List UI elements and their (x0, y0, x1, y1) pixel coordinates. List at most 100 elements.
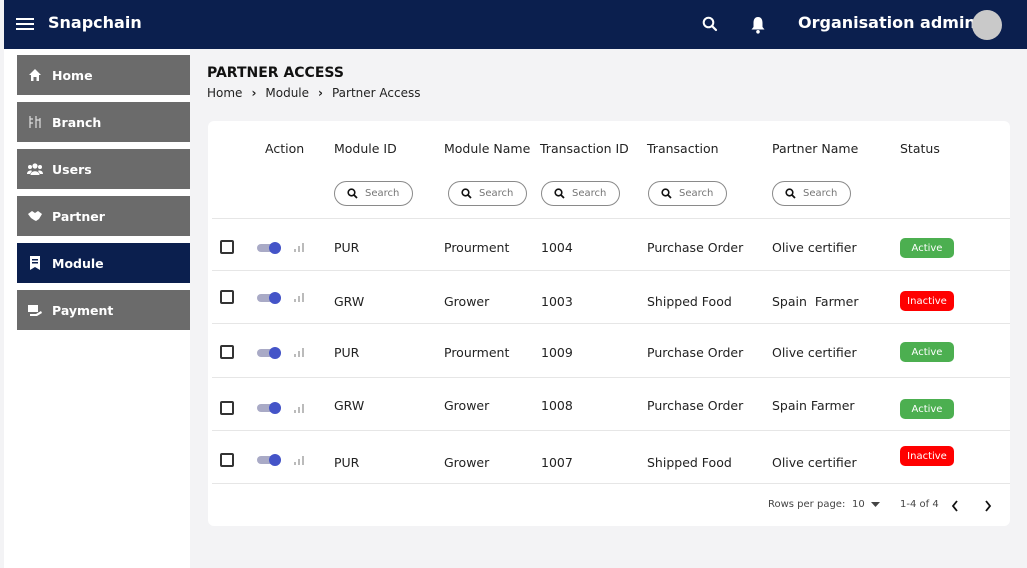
bar-chart-icon[interactable] (293, 241, 305, 253)
cell-module-id: PUR (334, 345, 360, 360)
sidebar-item-module[interactable]: Module (17, 243, 190, 283)
hamburger-menu-icon[interactable] (16, 15, 34, 35)
page-title: PARTNER ACCESS (207, 65, 344, 81)
sidebar-item-label: Home (52, 67, 93, 83)
bar-chart-icon[interactable] (293, 454, 305, 466)
previous-page-icon[interactable] (951, 500, 959, 512)
partner-name-search-input[interactable] (803, 188, 843, 199)
column-header-status[interactable]: Status (900, 141, 940, 156)
status-badge: Active (900, 238, 954, 258)
cell-transaction-id: 1008 (541, 398, 573, 413)
divider (212, 430, 1010, 431)
row-checkbox[interactable] (220, 345, 234, 359)
cell-module-name: Grower (444, 398, 490, 413)
cell-module-id: GRW (334, 294, 365, 309)
search-icon (461, 188, 472, 199)
column-header-transaction-id[interactable]: Transaction ID (540, 141, 629, 156)
sidebar-item-label: Branch (52, 114, 102, 130)
pagination-range: 1-4 of 4 (900, 499, 939, 510)
rows-per-page-select[interactable]: 10 (852, 499, 880, 510)
app-title: Snapchain (48, 13, 142, 32)
module-name-search[interactable] (448, 181, 527, 206)
chevron-down-icon (870, 501, 880, 507)
rows-per-page-value: 10 (852, 499, 865, 510)
transaction-search[interactable] (648, 181, 727, 206)
cell-partner-name: Olive certifier (772, 345, 857, 360)
row-toggle[interactable] (257, 347, 281, 359)
bar-chart-icon[interactable] (293, 291, 305, 303)
cell-partner-name: Olive certifier (772, 455, 857, 470)
status-badge: Active (900, 399, 954, 419)
column-header-action: Action (265, 141, 305, 156)
sidebar-item-label: Module (52, 255, 104, 271)
cell-transaction: Purchase Order (647, 398, 744, 413)
bar-chart-icon[interactable] (293, 346, 305, 358)
transaction-search-input[interactable] (679, 188, 719, 199)
bar-chart-icon[interactable] (293, 402, 305, 414)
search-icon (554, 188, 565, 199)
bell-icon[interactable] (749, 15, 767, 35)
cell-transaction: Shipped Food (647, 294, 732, 309)
divider (212, 218, 1010, 219)
status-badge: Active (900, 342, 954, 362)
cell-transaction: Shipped Food (647, 455, 732, 470)
column-header-partner-name[interactable]: Partner Name (772, 141, 858, 156)
divider (212, 377, 1010, 378)
breadcrumb-home[interactable]: Home (207, 86, 242, 100)
column-header-module-name[interactable]: Module Name (444, 141, 530, 156)
row-checkbox[interactable] (220, 453, 234, 467)
top-bar: Snapchain Organisation admin (4, 0, 1027, 49)
cell-transaction-id: 1003 (541, 294, 573, 309)
module-id-search[interactable] (334, 181, 413, 206)
column-header-module-id[interactable]: Module ID (334, 141, 397, 156)
sidebar-item-partner[interactable]: Partner (17, 196, 190, 236)
module-icon (27, 255, 43, 271)
rows-per-page-label: Rows per page: (768, 499, 846, 510)
chevron-right-icon: › (318, 86, 323, 100)
sidebar-item-payment[interactable]: Payment (17, 290, 190, 330)
row-checkbox[interactable] (220, 290, 234, 304)
row-checkbox[interactable] (220, 240, 234, 254)
handshake-icon (27, 208, 43, 224)
cell-transaction: Purchase Order (647, 345, 744, 360)
status-badge: Inactive (900, 291, 954, 311)
cell-module-name: Prourment (444, 345, 510, 360)
transaction-id-search[interactable] (541, 181, 620, 206)
cell-partner-name: Spain Farmer (772, 294, 859, 309)
module-id-search-input[interactable] (365, 188, 405, 199)
branch-icon (27, 114, 43, 130)
chevron-right-icon: › (251, 86, 257, 100)
search-icon (785, 188, 796, 199)
search-icon[interactable] (701, 15, 719, 33)
module-name-search-input[interactable] (479, 188, 519, 199)
row-toggle[interactable] (257, 242, 281, 254)
home-icon (27, 67, 43, 83)
next-page-icon[interactable] (984, 500, 992, 512)
sidebar: Home Branch Users Partner Module Payment (4, 49, 190, 568)
row-toggle[interactable] (257, 402, 281, 414)
cell-transaction: Purchase Order (647, 240, 744, 255)
payment-icon (27, 302, 43, 318)
partner-name-search[interactable] (772, 181, 851, 206)
cell-module-name: Grower (444, 455, 490, 470)
breadcrumb-current: Partner Access (331, 86, 421, 100)
user-role: Organisation admin (798, 13, 976, 32)
users-icon (27, 161, 43, 177)
row-checkbox[interactable] (220, 401, 234, 415)
column-header-transaction[interactable]: Transaction (647, 141, 719, 156)
sidebar-item-label: Payment (52, 302, 114, 318)
sidebar-item-users[interactable]: Users (17, 149, 190, 189)
row-toggle[interactable] (257, 292, 281, 304)
avatar[interactable] (972, 10, 1002, 40)
transaction-id-search-input[interactable] (572, 188, 612, 199)
sidebar-item-branch[interactable]: Branch (17, 102, 190, 142)
sidebar-item-home[interactable]: Home (17, 55, 190, 95)
status-badge: Inactive (900, 446, 954, 466)
cell-module-name: Grower (444, 294, 490, 309)
row-toggle[interactable] (257, 454, 281, 466)
cell-partner-name: Olive certifier (772, 240, 857, 255)
breadcrumb: Home › Module › Partner Access (207, 86, 421, 100)
cell-partner-name: Spain Farmer (772, 398, 855, 413)
sidebar-item-label: Partner (52, 208, 105, 224)
breadcrumb-module[interactable]: Module (265, 86, 309, 100)
